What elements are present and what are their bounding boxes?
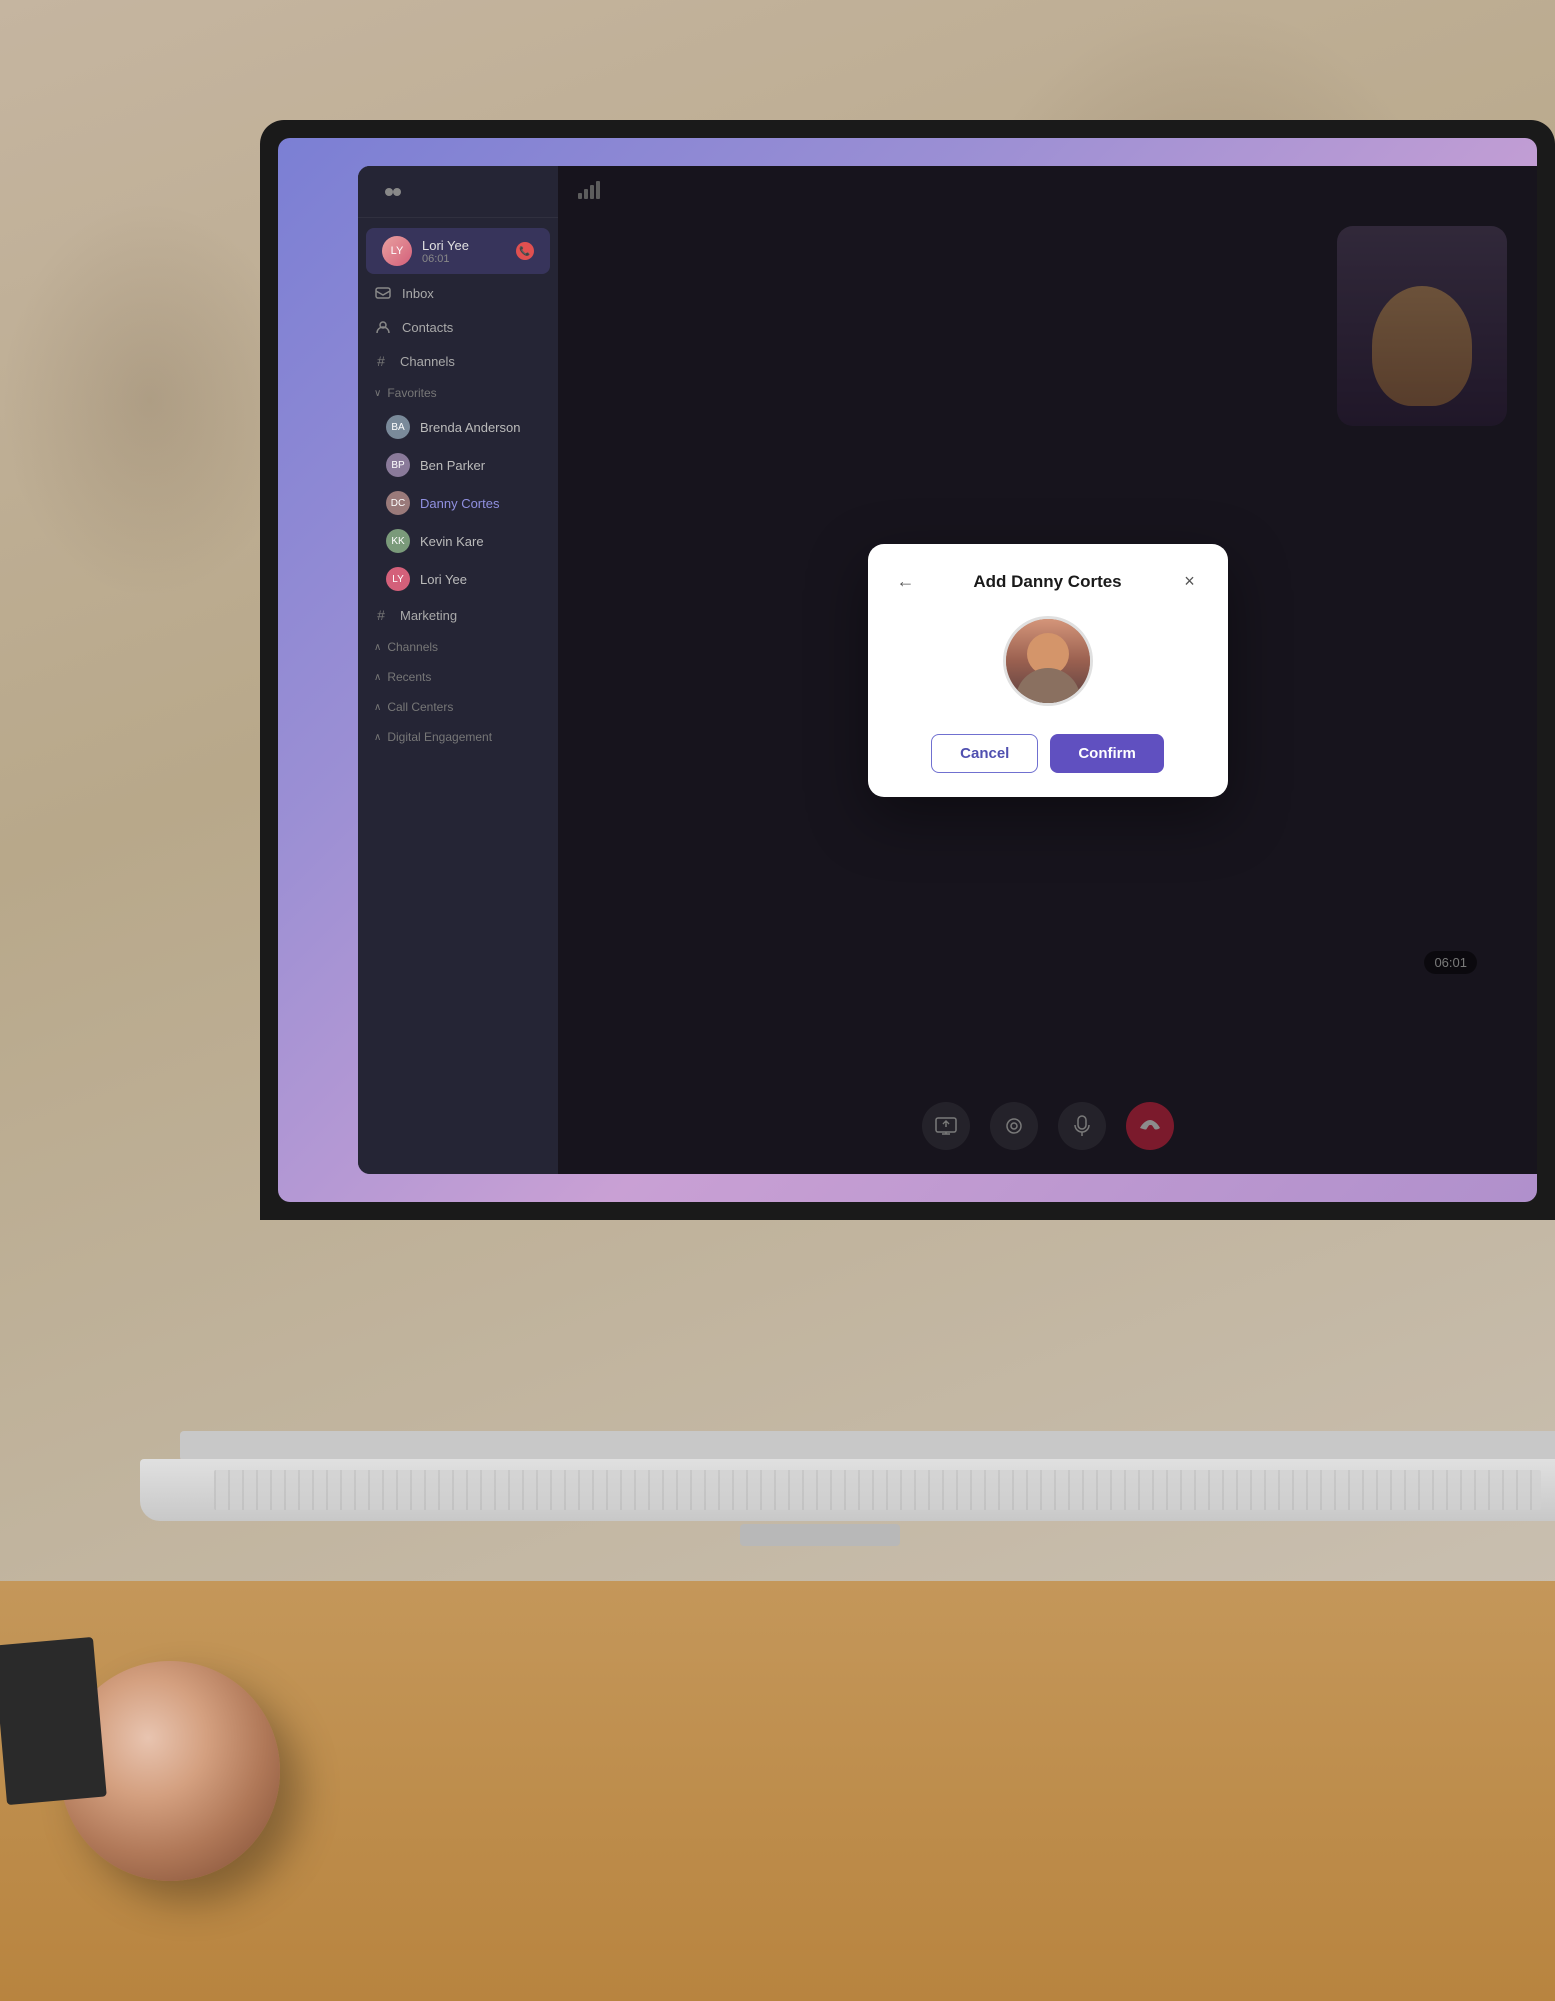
laptop-bezel: LY Lori Yee 06:01 📞 <box>260 120 1555 1220</box>
digital-engagement-label: Digital Engagement <box>387 730 492 744</box>
laptop: LY Lori Yee 06:01 📞 <box>100 120 1555 1701</box>
favorites-section-header: ∨ Favorites <box>358 378 558 408</box>
inbox-label: Inbox <box>402 286 434 301</box>
modal-title: Add Danny Cortes <box>920 572 1176 592</box>
lori-fav-avatar: LY <box>386 567 410 591</box>
hash-icon: # <box>372 352 390 370</box>
ben-name: Ben Parker <box>420 458 485 473</box>
add-contact-modal: ← Add Danny Cortes × <box>868 544 1228 797</box>
modal-close-button[interactable]: × <box>1176 568 1204 596</box>
lori-name: Lori Yee <box>420 572 467 587</box>
channels-section-label: Channels <box>387 640 438 654</box>
sidebar: LY Lori Yee 06:01 📞 <box>358 166 558 1174</box>
main-content: 06:01 <box>558 166 1537 1174</box>
call-centers-chevron: ∧ <box>374 702 381 713</box>
favorites-label: Favorites <box>387 386 436 400</box>
inbox-icon <box>374 284 392 302</box>
digital-engagement-chevron: ∧ <box>374 732 381 743</box>
brenda-name: Brenda Anderson <box>420 420 520 435</box>
kevin-avatar: KK <box>386 529 410 553</box>
call-centers-label: Call Centers <box>387 700 453 714</box>
recents-section-header: ∧ Recents <box>358 662 558 692</box>
contact-time: 06:01 <box>422 253 506 265</box>
sidebar-item-channels[interactable]: # Channels <box>358 344 558 378</box>
modal-back-button[interactable]: ← <box>892 568 920 596</box>
favorite-danny-cortes[interactable]: DC Danny Cortes <box>358 484 558 522</box>
modal-actions: Cancel Confirm <box>892 734 1204 773</box>
app-window: LY Lori Yee 06:01 📞 <box>358 166 1537 1174</box>
logo-icon <box>382 181 404 203</box>
avatar-body <box>1015 668 1080 703</box>
laptop-trackpad <box>740 1524 900 1546</box>
favorite-lori-yee[interactable]: LY Lori Yee <box>358 560 558 598</box>
lori-yee-avatar: LY <box>382 236 412 266</box>
danny-avatar: DC <box>386 491 410 515</box>
notebook <box>0 1637 107 1805</box>
laptop-screen: LY Lori Yee 06:01 📞 <box>278 138 1537 1202</box>
contact-info: Lori Yee 06:01 <box>422 238 506 265</box>
channels-label: Channels <box>400 354 455 369</box>
favorite-kevin-kare[interactable]: KK Kevin Kare <box>358 522 558 560</box>
avatar-inner <box>1006 619 1090 703</box>
modal-header: ← Add Danny Cortes × <box>892 568 1204 596</box>
laptop-keyboard <box>140 1459 1555 1521</box>
contact-name: Lori Yee <box>422 238 506 253</box>
favorites-chevron: ∨ <box>374 388 381 399</box>
channels-chevron: ∧ <box>374 642 381 653</box>
cancel-button[interactable]: Cancel <box>931 734 1038 773</box>
call-centers-section-header: ∧ Call Centers <box>358 692 558 722</box>
digital-engagement-section-header: ∧ Digital Engagement <box>358 722 558 752</box>
modal-overlay: ← Add Danny Cortes × <box>558 166 1537 1174</box>
nav-icons <box>382 181 404 203</box>
contacts-label: Contacts <box>402 320 453 335</box>
danny-name: Danny Cortes <box>420 496 499 511</box>
sidebar-item-marketing[interactable]: # Marketing <box>358 598 558 632</box>
favorite-brenda-anderson[interactable]: BA Brenda Anderson <box>358 408 558 446</box>
favorite-ben-parker[interactable]: BP Ben Parker <box>358 446 558 484</box>
ben-avatar: BP <box>386 453 410 477</box>
laptop-base <box>180 1431 1555 1461</box>
modal-avatar-area <box>892 616 1204 706</box>
confirm-button[interactable]: Confirm <box>1050 734 1164 773</box>
contacts-icon <box>374 318 392 336</box>
kevin-name: Kevin Kare <box>420 534 484 549</box>
channels-section-header: ∧ Channels <box>358 632 558 662</box>
brenda-avatar: BA <box>386 415 410 439</box>
top-nav <box>358 166 558 218</box>
recents-chevron: ∧ <box>374 672 381 683</box>
recents-label: Recents <box>387 670 431 684</box>
sidebar-item-contacts[interactable]: Contacts <box>358 310 558 344</box>
active-contact-item[interactable]: LY Lori Yee 06:01 📞 <box>366 228 550 274</box>
marketing-hash-icon: # <box>372 606 390 624</box>
sidebar-item-inbox[interactable]: Inbox <box>358 276 558 310</box>
sidebar-content: LY Lori Yee 06:01 📞 <box>358 218 558 760</box>
marketing-label: Marketing <box>400 608 457 623</box>
modal-contact-avatar <box>1003 616 1093 706</box>
active-call-indicator: 📞 <box>516 242 534 260</box>
keyboard-pattern <box>214 1470 1542 1510</box>
